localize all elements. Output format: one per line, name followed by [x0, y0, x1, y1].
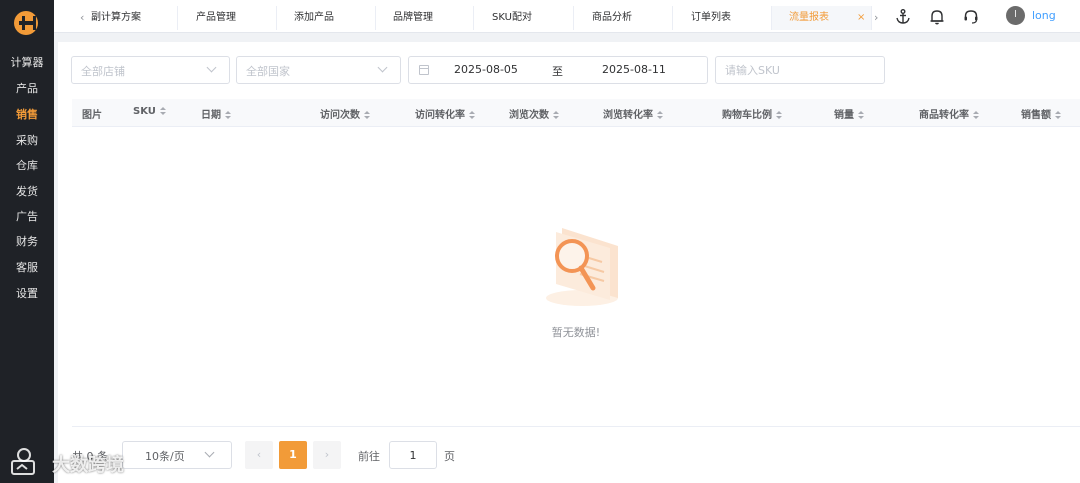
tab-sku-pairing[interactable]: SKU配对	[474, 6, 574, 30]
goto-suffix-label: 页	[444, 450, 455, 463]
prev-page-button[interactable]: ‹	[245, 441, 273, 469]
next-page-button[interactable]: ›	[313, 441, 341, 469]
username-link[interactable]: long	[1032, 9, 1056, 22]
sidebar-item-warehouse[interactable]: 仓库	[0, 155, 54, 177]
sort-icon[interactable]	[553, 110, 559, 120]
column-header-cart-ratio[interactable]: 购物车比例	[722, 106, 782, 121]
tab-add-product[interactable]: 添加产品	[277, 6, 376, 30]
main-panel: 全部店铺 全部国家 2025-08-05 至 2025-08-11 图片 SKU…	[58, 42, 1080, 483]
column-header-image: 图片	[82, 110, 102, 121]
bell-icon[interactable]	[928, 8, 946, 26]
page-number-button[interactable]: 1	[279, 441, 307, 469]
goto-page-input[interactable]	[389, 441, 437, 469]
sort-icon[interactable]	[973, 110, 979, 120]
date-separator: 至	[552, 65, 563, 78]
column-header-units-sold[interactable]: 销量	[834, 106, 864, 121]
tab-label: 订单列表	[691, 12, 731, 23]
tab-calc-plan[interactable]: 副计算方案	[77, 6, 178, 30]
column-header-view-conversion[interactable]: 浏览转化率	[603, 106, 663, 121]
sidebar: 计算器 产品 销售 采购 仓库 发货 广告 财务 客服 设置	[0, 0, 54, 483]
column-header-views[interactable]: 浏览次数	[509, 106, 559, 121]
goto-prefix-label: 前往	[358, 450, 380, 463]
tab-traffic-report[interactable]: 流量报表 ×	[772, 6, 872, 30]
column-header-product-conversion[interactable]: 商品转化率	[919, 106, 979, 121]
date-range-picker[interactable]: 2025-08-05 至 2025-08-11	[408, 56, 708, 84]
column-header-date[interactable]: 日期	[201, 106, 231, 121]
sidebar-item-purchasing[interactable]: 采购	[0, 130, 54, 152]
sort-icon[interactable]	[1055, 110, 1061, 120]
tab-order-list[interactable]: 订单列表	[673, 6, 772, 30]
country-select-placeholder: 全部国家	[246, 65, 290, 78]
tab-label: SKU配对	[492, 12, 532, 23]
tab-label: 副计算方案	[91, 12, 141, 23]
store-select-placeholder: 全部店铺	[81, 65, 125, 78]
page-size-value: 10条/页	[145, 450, 185, 463]
tabs-scroll-right-icon[interactable]: ›	[874, 11, 878, 24]
country-select[interactable]: 全部国家	[236, 56, 401, 84]
sort-icon[interactable]	[776, 110, 782, 120]
column-header-sku[interactable]: SKU	[133, 106, 166, 117]
date-end[interactable]: 2025-08-11	[602, 63, 666, 76]
table-header: 图片 SKU 日期 访问次数 访问转化率 浏览次数 浏览转化率 购物车比例 销量…	[72, 99, 1080, 127]
close-icon[interactable]: ×	[857, 6, 865, 30]
watermark-logo	[11, 448, 35, 475]
store-select[interactable]: 全部店铺	[71, 56, 230, 84]
tab-label: 商品分析	[592, 12, 632, 23]
column-header-sales-amount[interactable]: 销售额	[1021, 106, 1061, 121]
chevron-down-icon	[206, 62, 217, 73]
sidebar-item-customer-service[interactable]: 客服	[0, 257, 54, 279]
page-size-select[interactable]: 10条/页	[122, 441, 232, 469]
column-header-visit-conversion[interactable]: 访问转化率	[415, 106, 475, 121]
sidebar-item-shipping[interactable]: 发货	[0, 181, 54, 203]
sku-search-input[interactable]	[715, 56, 885, 84]
sidebar-item-ads[interactable]: 广告	[0, 206, 54, 228]
sort-icon[interactable]	[225, 110, 231, 120]
sidebar-item-sales[interactable]: 销售	[0, 104, 54, 126]
tab-label: 品牌管理	[393, 12, 433, 23]
tab-label: 产品管理	[196, 12, 236, 23]
empty-state-illustration	[546, 228, 618, 306]
avatar[interactable]: l	[1006, 6, 1025, 25]
chevron-down-icon	[204, 447, 215, 458]
tab-label: 添加产品	[294, 12, 334, 23]
sort-icon[interactable]	[657, 110, 663, 120]
app-logo[interactable]	[14, 11, 38, 35]
sort-icon[interactable]	[364, 110, 370, 120]
tab-brand-management[interactable]: 品牌管理	[376, 6, 474, 30]
tab-label: 流量报表	[789, 12, 829, 23]
tab-product-management[interactable]: 产品管理	[178, 6, 277, 30]
sidebar-item-products[interactable]: 产品	[0, 78, 54, 100]
headset-icon[interactable]	[962, 8, 980, 26]
chevron-down-icon	[377, 62, 388, 73]
sort-icon[interactable]	[159, 106, 166, 116]
column-header-visits[interactable]: 访问次数	[320, 106, 370, 121]
tab-product-analysis[interactable]: 商品分析	[574, 6, 673, 30]
calendar-icon	[419, 65, 429, 75]
sort-icon[interactable]	[858, 110, 864, 120]
sidebar-item-calculator[interactable]: 计算器	[0, 52, 54, 74]
anchor-icon[interactable]	[894, 8, 912, 26]
empty-state-text: 暂无数据!	[551, 326, 601, 339]
sort-icon[interactable]	[469, 110, 475, 120]
divider	[72, 426, 1080, 427]
watermark-text: 大数跨境	[52, 455, 124, 476]
date-start[interactable]: 2025-08-05	[454, 63, 518, 76]
sidebar-item-settings[interactable]: 设置	[0, 283, 54, 305]
sidebar-item-finance[interactable]: 财务	[0, 231, 54, 253]
top-bar: ‹ 副计算方案 产品管理 添加产品 品牌管理 SKU配对 商品分析 订单列表 流…	[54, 0, 1080, 33]
